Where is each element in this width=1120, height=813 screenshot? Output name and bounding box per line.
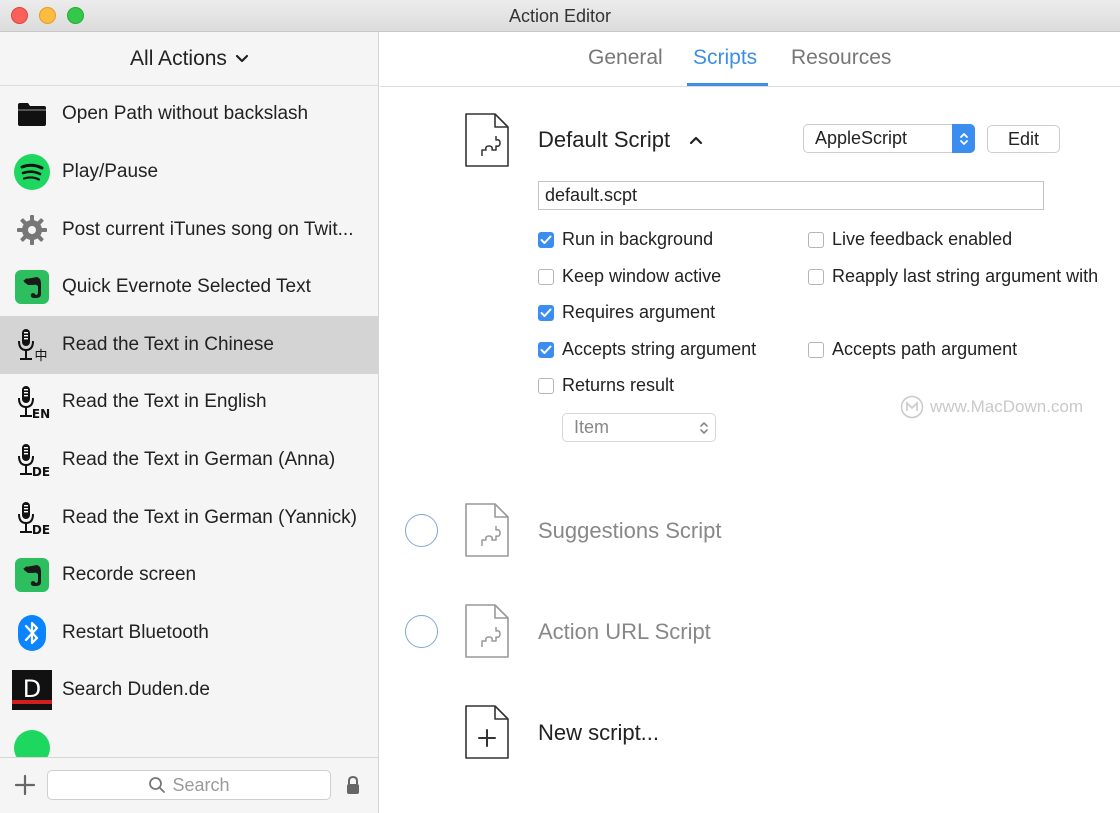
evernote-icon xyxy=(14,269,50,305)
list-item-label: Search Duden.de xyxy=(62,679,210,701)
list-item[interactable]: EN Read the Text in English xyxy=(0,374,378,432)
bluetooth-icon xyxy=(14,614,50,651)
gear-icon xyxy=(14,212,50,248)
list-item[interactable]: Recorde screen xyxy=(0,546,378,604)
list-item-label: Restart Bluetooth xyxy=(62,621,209,643)
edit-script-button[interactable]: Edit xyxy=(987,125,1060,153)
checkbox[interactable] xyxy=(808,231,824,248)
active-tab-indicator xyxy=(687,83,768,86)
select-stepper-icon xyxy=(700,422,708,434)
search-icon xyxy=(149,777,166,793)
actions-list: Open Path without backslash Play/Pause P… xyxy=(0,46,378,777)
list-item-label: Quick Evernote Selected Text xyxy=(62,276,311,298)
checkbox-checked[interactable] xyxy=(538,341,554,358)
list-item-label: Recorde screen xyxy=(62,564,197,586)
folder-icon xyxy=(14,96,50,132)
svg-text:DE: DE xyxy=(32,465,50,478)
reapply-last-argument-option[interactable]: Reapply last string argument with xyxy=(808,266,1098,287)
result-type-select[interactable]: Item xyxy=(562,413,716,442)
script-file-icon xyxy=(465,113,509,167)
macdown-logo-icon xyxy=(900,395,924,419)
script-language-value: AppleScript xyxy=(815,128,908,148)
main-panel: General Scripts Resources Default Script… xyxy=(380,32,1120,813)
chevron-up-icon[interactable] xyxy=(689,135,703,145)
list-item-label: Read the Text in Chinese xyxy=(62,333,274,355)
script-path-field[interactable]: default.scpt xyxy=(538,181,1044,210)
svg-text:中: 中 xyxy=(34,349,47,363)
spotify-icon xyxy=(14,153,50,190)
keep-window-active-option[interactable]: Keep window active xyxy=(538,266,721,287)
default-script-title: Default Script xyxy=(538,127,671,152)
search-field[interactable]: Search xyxy=(47,770,331,800)
list-item[interactable]: Open Path without backslash xyxy=(0,86,378,144)
list-item-label: Open Path without backslash xyxy=(62,103,309,125)
duden-icon: D xyxy=(12,670,52,711)
checkbox-checked[interactable] xyxy=(538,231,554,248)
action-url-script-title[interactable]: Action URL Script xyxy=(538,619,711,645)
microphone-english-icon: EN xyxy=(14,384,50,420)
search-placeholder: Search xyxy=(172,774,230,795)
script-language-select[interactable]: AppleScript xyxy=(803,124,975,153)
new-script-button[interactable]: New script... xyxy=(538,720,659,746)
list-item-label: Read the Text in German (Anna) xyxy=(62,448,336,470)
new-script-icon[interactable] xyxy=(463,704,511,760)
add-action-button[interactable] xyxy=(12,772,38,798)
watermark: www.MacDown.com xyxy=(900,395,1083,419)
list-item[interactable]: D Search Duden.de xyxy=(0,662,378,720)
microphone-german-icon: DE xyxy=(14,442,50,478)
run-in-background-option[interactable]: Run in background xyxy=(538,229,713,250)
list-item-label: Read the Text in German (Yannick) xyxy=(62,506,357,528)
accepts-string-argument-option[interactable]: Accepts string argument xyxy=(538,339,756,360)
suggestions-script-radio[interactable] xyxy=(405,514,438,547)
microphone-german-icon: DE xyxy=(14,500,50,536)
tab-general[interactable]: General xyxy=(588,46,663,70)
checkbox[interactable] xyxy=(808,341,824,358)
all-actions-label: All Actions xyxy=(130,46,227,70)
title-bar: Action Editor xyxy=(0,0,1120,32)
list-item-label: Read the Text in English xyxy=(62,391,267,413)
lock-icon[interactable] xyxy=(345,775,361,795)
tab-bar: General Scripts Resources xyxy=(380,32,1120,87)
checkbox[interactable] xyxy=(538,268,554,285)
evernote-icon xyxy=(14,557,50,593)
chevron-down-icon xyxy=(235,54,249,62)
script-file-icon xyxy=(465,604,509,658)
action-url-script-radio[interactable] xyxy=(405,615,438,648)
list-item[interactable]: DE Read the Text in German (Yannick) xyxy=(0,489,378,547)
returns-result-option[interactable]: Returns result xyxy=(538,375,674,396)
select-stepper-icon xyxy=(952,124,975,153)
suggestions-script-title[interactable]: Suggestions Script xyxy=(538,518,721,544)
checkbox[interactable] xyxy=(538,377,554,394)
list-item[interactable]: Post current iTunes song on Twit... xyxy=(0,201,378,259)
microphone-chinese-icon: 中 xyxy=(14,327,50,363)
script-file-icon xyxy=(465,503,509,557)
list-item[interactable]: DE Read the Text in German (Anna) xyxy=(0,431,378,489)
list-item-label: Post current iTunes song on Twit... xyxy=(62,218,354,240)
list-item[interactable]: Restart Bluetooth xyxy=(0,604,378,662)
window-title: Action Editor xyxy=(508,6,612,26)
svg-text:DE: DE xyxy=(32,523,50,536)
list-item-selected[interactable]: 中 Read the Text in Chinese xyxy=(0,315,378,374)
list-item[interactable]: Quick Evernote Selected Text xyxy=(0,258,378,316)
tab-scripts[interactable]: Scripts xyxy=(693,46,757,70)
tab-resources[interactable]: Resources xyxy=(791,46,891,70)
live-feedback-option[interactable]: Live feedback enabled xyxy=(808,229,1012,250)
svg-text:D: D xyxy=(23,675,41,703)
accepts-path-argument-option[interactable]: Accepts path argument xyxy=(808,339,1017,360)
list-item[interactable]: Play/Pause xyxy=(0,143,378,201)
actions-sidebar: All Actions Open Path without backslash … xyxy=(0,32,379,813)
svg-text:EN: EN xyxy=(32,407,50,420)
all-actions-dropdown[interactable]: All Actions xyxy=(0,32,378,86)
requires-argument-option[interactable]: Requires argument xyxy=(538,302,715,323)
sidebar-footer: Search xyxy=(0,757,378,813)
checkbox[interactable] xyxy=(808,268,824,285)
list-item-label: Play/Pause xyxy=(62,160,159,182)
checkbox-checked[interactable] xyxy=(538,304,554,321)
